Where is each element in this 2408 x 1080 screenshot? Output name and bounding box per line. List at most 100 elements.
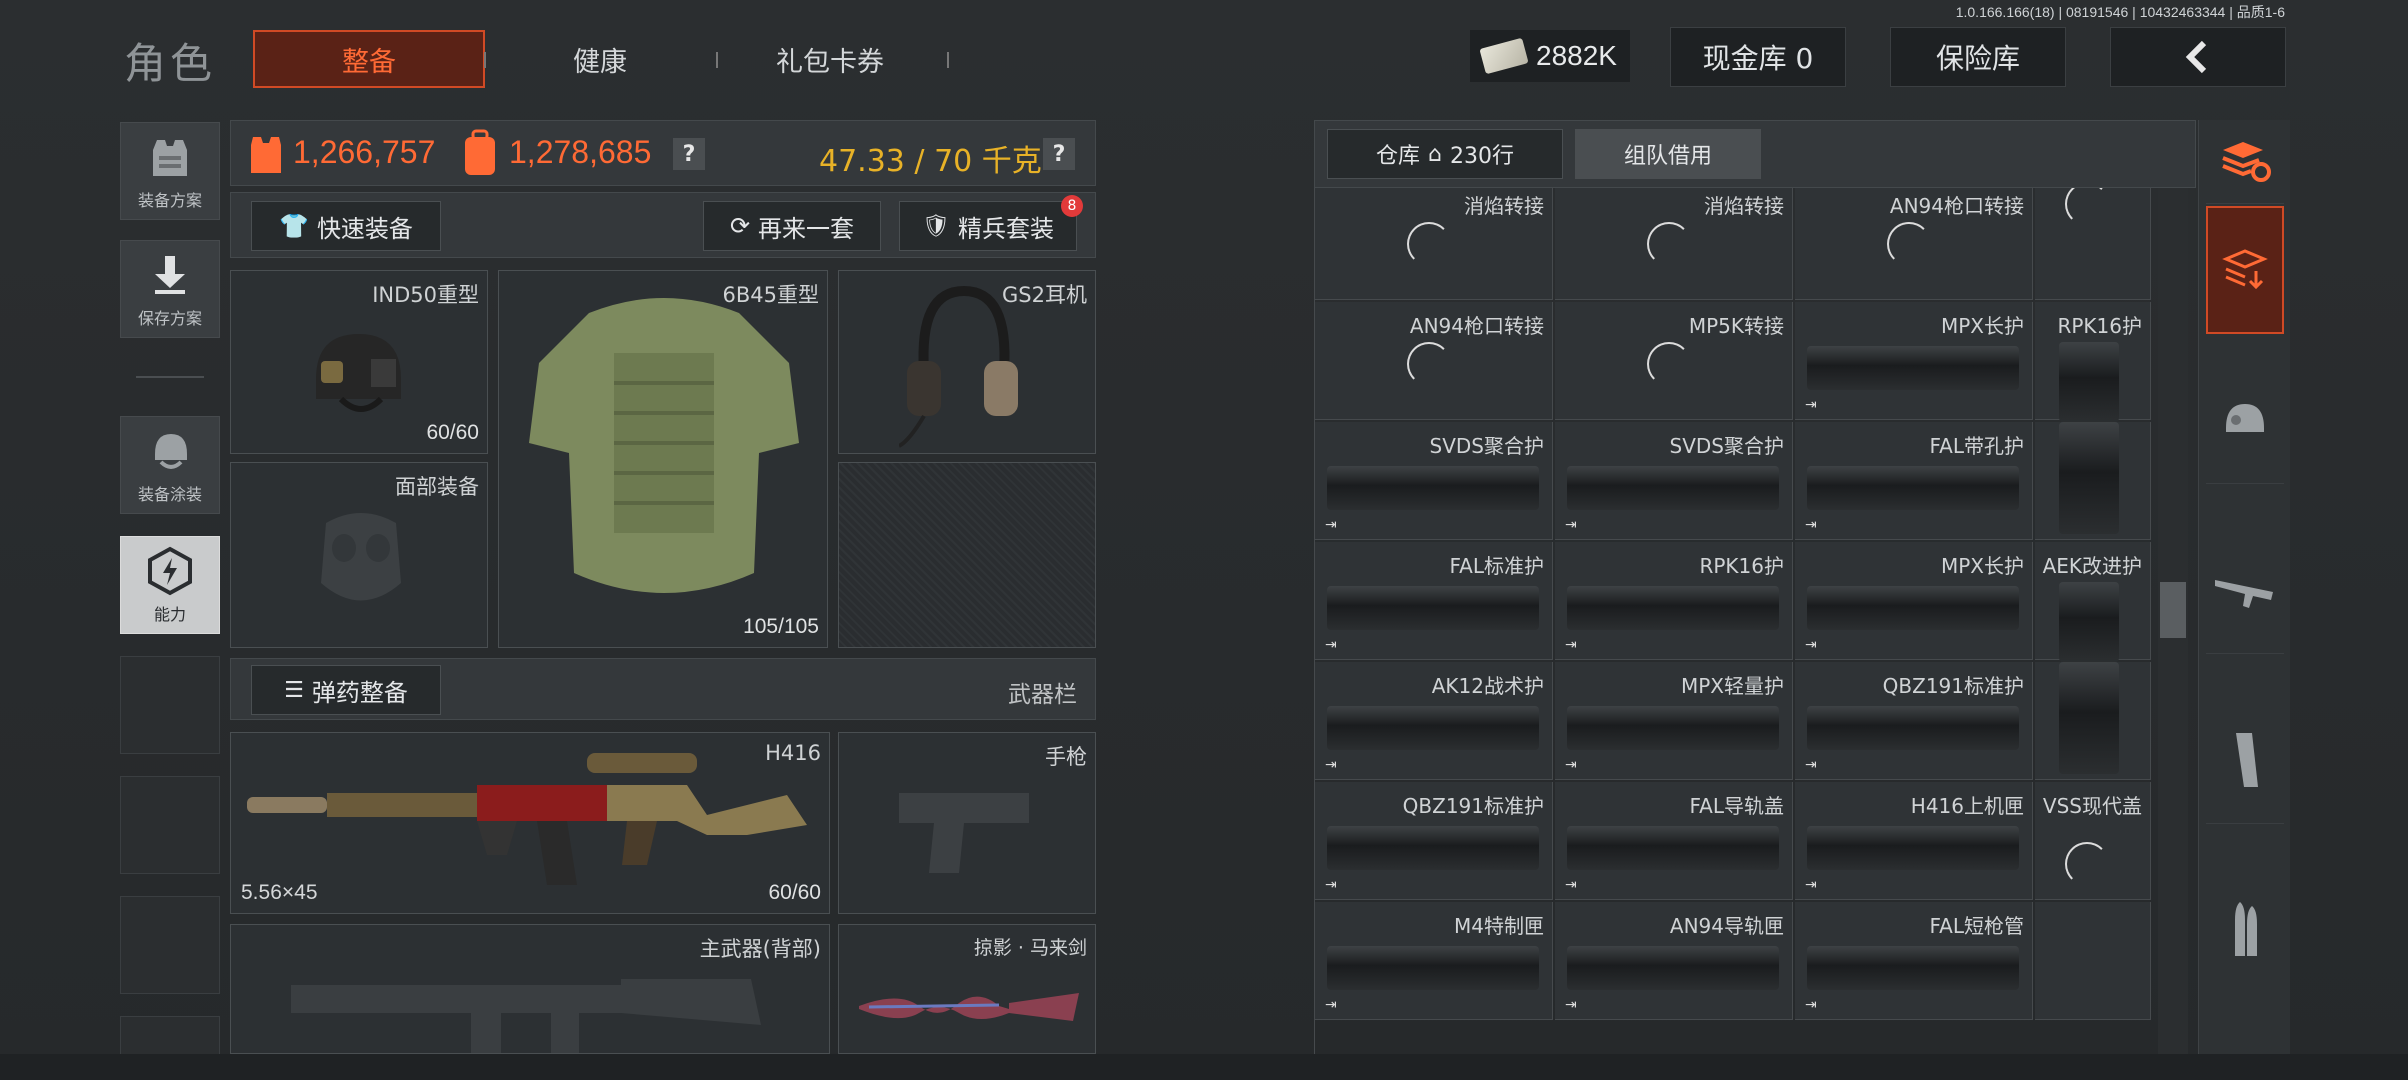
sidebar-item-label: 装备方案: [137, 191, 202, 210]
melee-slot[interactable]: 掠影 · 马来剑: [838, 924, 1096, 1054]
storage-item[interactable]: [2035, 902, 2151, 1020]
storage-item-label: H416上机匣: [1910, 794, 2024, 818]
storage-scrollbar-thumb[interactable]: [2160, 582, 2186, 638]
category-magazine-button[interactable]: [2206, 696, 2284, 824]
primary-ammo-type: 5.56×45: [241, 881, 318, 904]
category-rifle-button[interactable]: [2206, 526, 2284, 654]
primary-ammo-count: 60/60: [768, 881, 821, 904]
sort-refresh-button[interactable]: [2206, 120, 2284, 204]
primary-weapon-slot[interactable]: H416 5.56×45 60/60: [230, 732, 830, 914]
weapon-part-image: [1807, 826, 2019, 870]
empty-sidebar-slot[interactable]: [120, 776, 220, 874]
storage-item[interactable]: H416上机匣 ⇥: [1795, 782, 2033, 900]
category-ammo-button[interactable]: [2206, 866, 2284, 994]
elite-set-button[interactable]: 🛡 精兵套装: [899, 201, 1077, 251]
equipment-skin-button[interactable]: 装备涂装: [120, 416, 220, 514]
storage-item[interactable]: RPK16护: [2035, 302, 2151, 422]
action-bar: 👕 快速装备 ⟳ 再来一套 🛡 精兵套装 8: [230, 192, 1096, 258]
mod-link-icon: ⇥: [1805, 517, 1817, 533]
storage-item[interactable]: SVDS聚合护 ⇥: [1315, 422, 1553, 540]
storage-item[interactable]: QBZ191标准护 ⇥: [1795, 662, 2033, 780]
face-name: 面部装备: [395, 475, 479, 499]
storage-scrollbar-track[interactable]: [2158, 188, 2188, 1054]
sidebar-item-label: 能力: [153, 605, 186, 624]
storage-item[interactable]: 消焰转接: [1315, 188, 1553, 300]
loading-spinner-icon: [2065, 188, 2109, 226]
storage-item[interactable]: MP5K转接: [1555, 302, 1793, 420]
storage-item[interactable]: 消焰转接: [1555, 188, 1793, 300]
tab-gift[interactable]: 礼包卡券: [740, 30, 920, 88]
ammo-setup-button[interactable]: ☰ 弹药整备: [251, 665, 441, 715]
loading-spinner-icon: [1647, 342, 1691, 386]
storage-item[interactable]: AEK改进护: [2035, 542, 2151, 662]
storage-item[interactable]: QBZ191标准护 ⇥: [1315, 782, 1553, 900]
sidebar-item-label: 保存方案: [137, 309, 202, 328]
weapon-part-image: [1567, 586, 1779, 630]
ammo-icon: [2235, 902, 2257, 956]
storage-item[interactable]: AN94导轨匣 ⇥: [1555, 902, 1793, 1020]
quick-equip-button[interactable]: 👕 快速装备: [251, 201, 441, 251]
mod-link-icon: ⇥: [1805, 637, 1817, 653]
kris-knife-image: [859, 993, 1079, 1021]
storage-item[interactable]: FAL带孔护 ⇥: [1795, 422, 2033, 540]
weight-help-button[interactable]: ?: [1043, 138, 1075, 170]
empty-sidebar-slot[interactable]: [120, 656, 220, 754]
category-all-button[interactable]: [2206, 206, 2284, 334]
tab-equip[interactable]: 整备: [253, 30, 485, 88]
storage-item[interactable]: FAL导轨盖 ⇥: [1555, 782, 1793, 900]
pistol-slot[interactable]: 手枪: [838, 732, 1096, 914]
face-slot[interactable]: 面部装备: [230, 462, 488, 648]
storage-item-label: RPK16护: [1699, 554, 1784, 578]
storage-item[interactable]: RPK16护 ⇥: [1555, 542, 1793, 660]
storage-item[interactable]: MPX轻量护 ⇥: [1555, 662, 1793, 780]
storage-item[interactable]: FAL短枪管 ⇥: [1795, 902, 2033, 1020]
storage-item[interactable]: MPX长护 ⇥: [1795, 542, 2033, 660]
storage-item-label: FAL带孔护: [1929, 434, 2025, 458]
mod-link-icon: ⇥: [1565, 877, 1577, 893]
again-button[interactable]: ⟳ 再来一套: [703, 201, 881, 251]
headset-slot[interactable]: GS2耳机: [838, 270, 1096, 454]
vault-button[interactable]: 保险库: [1890, 27, 2066, 87]
weapon-part-image: [1807, 346, 2019, 390]
storage-item[interactable]: VSS现代盖: [2035, 782, 2151, 900]
storage-item[interactable]: MPX长护 ⇥: [1795, 302, 2033, 420]
storage-item[interactable]: AN94枪口转接: [1795, 188, 2033, 300]
loading-spinner-icon: [1647, 222, 1691, 266]
helmet-slot[interactable]: IND50重型 60/60: [230, 270, 488, 454]
help-button[interactable]: ?: [673, 138, 705, 170]
storage-item-label: SVDS聚合护: [1429, 434, 1544, 458]
storage-item[interactable]: AN94枪口转接: [1315, 302, 1553, 420]
magazine-icon: [2236, 732, 2258, 787]
storage-item[interactable]: AK12战术护 ⇥: [1315, 662, 1553, 780]
storage-item[interactable]: SVDS聚合护 ⇥: [1555, 422, 1793, 540]
tab-health[interactable]: 健康: [520, 30, 680, 88]
pistol-name: 手枪: [1045, 745, 1087, 769]
weight-display: 47.33 / 70 千克: [819, 144, 1042, 179]
team-borrow-tab[interactable]: 组队借用: [1575, 129, 1761, 179]
storage-item-label: FAL标准护: [1449, 554, 1545, 578]
equipment-plan-button[interactable]: 装备方案: [120, 122, 220, 220]
empty-gear-slot[interactable]: [838, 462, 1096, 648]
storage-item[interactable]: [2035, 662, 2151, 780]
back-button[interactable]: [2110, 27, 2286, 87]
storage-item[interactable]: M4特制匣 ⇥: [1315, 902, 1553, 1020]
save-plan-button[interactable]: 保存方案: [120, 240, 220, 338]
cash-storage-button[interactable]: 现金库 0: [1670, 27, 1846, 87]
armor-value: 1,266,757: [293, 134, 436, 170]
category-helmet-button[interactable]: [2206, 356, 2284, 484]
storage-item[interactable]: FAL标准护 ⇥: [1315, 542, 1553, 660]
tab-divider: [947, 52, 949, 68]
storage-item[interactable]: [2035, 422, 2151, 540]
loading-spinner-icon: [1407, 222, 1451, 266]
warehouse-tab[interactable]: 仓库 ⌂ 230行: [1327, 129, 1563, 179]
secondary-weapon-slot[interactable]: 主武器(背部): [230, 924, 830, 1054]
weapon-part-image: [1327, 946, 1539, 990]
empty-sidebar-slot[interactable]: [120, 896, 220, 994]
armor-slot[interactable]: 6B45重型 105/105: [498, 270, 828, 648]
helmet-durability: 60/60: [426, 421, 479, 444]
storage-item-label: QBZ191标准护: [1402, 794, 1544, 818]
storage-item-label: AEK改进护: [2042, 554, 2142, 578]
weapon-part-image: [1327, 466, 1539, 510]
storage-item[interactable]: [2035, 188, 2151, 300]
ability-button[interactable]: 能力: [120, 536, 220, 634]
